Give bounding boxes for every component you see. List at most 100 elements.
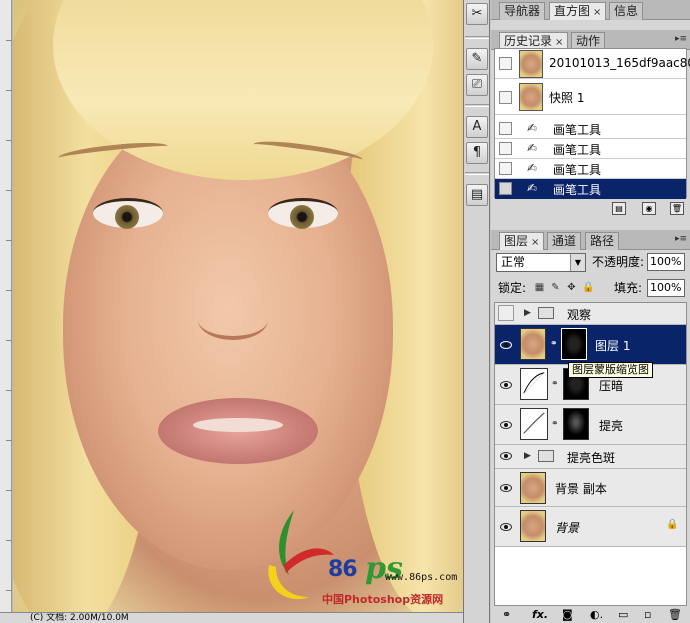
panel-menu-icon[interactable]: ▸≡ [675, 234, 687, 244]
layer-comps-icon[interactable]: ▤ [466, 184, 488, 206]
opacity-label: 不透明度: [592, 255, 645, 269]
blend-row: 正常 ▼ 不透明度: 100% [494, 252, 687, 274]
new-group-icon[interactable]: ▭ [618, 608, 628, 621]
snapshot-1-label: 快照 1 [549, 91, 585, 105]
watermark-logo: 86 ps www.86ps.com 中国Photoshop资源网 [262, 505, 462, 610]
new-snapshot-icon[interactable]: ◉ [642, 202, 656, 215]
layers-list: ▶ 观察 ⚭ 图层 1 ⚭ 压暗 ⚭ 提亮 ▶ 提亮色斑 背景 副本 背景 🔒 [494, 302, 687, 606]
layer-thumbnail [520, 328, 546, 360]
history-step[interactable]: ✍ 画笔工具 [495, 139, 686, 159]
clone-source-icon[interactable]: ⎚ [466, 74, 488, 96]
document-canvas[interactable]: 86 ps www.86ps.com 中国Photoshop资源网 (C) 文档… [0, 0, 463, 623]
layer-row-group[interactable]: ▶ 提亮色斑 [495, 445, 686, 469]
layers-footer: ⚭ fx. ◙ ◐. ▭ ▫ 🗑 [494, 607, 687, 623]
eye-icon[interactable] [500, 523, 512, 531]
history-list: 20101013_165df9aac807... 快照 1 ✍ 画笔工具 ✍ 画… [494, 48, 690, 199]
layer-mask-thumbnail[interactable] [561, 328, 587, 360]
lock-image-icon[interactable]: ✎ [550, 282, 561, 294]
close-icon[interactable]: × [555, 37, 563, 48]
history-snapshot[interactable]: 20101013_165df9aac807... [495, 49, 690, 79]
folder-icon [538, 307, 554, 319]
tab-histogram[interactable]: 直方图 × [549, 2, 607, 20]
history-snapshot-1[interactable]: 快照 1 [495, 79, 686, 115]
watermark-url: www.86ps.com [385, 572, 458, 583]
trash-icon[interactable]: 🗑 [670, 202, 684, 215]
layer-row-selected[interactable]: ⚭ 图层 1 [495, 325, 686, 365]
expand-triangle-icon[interactable]: ▶ [524, 451, 531, 461]
history-step[interactable]: ✍ 画笔工具 [495, 159, 686, 179]
tab-paths[interactable]: 路径 [585, 232, 620, 250]
eye-icon[interactable] [500, 484, 512, 492]
expand-triangle-icon[interactable]: ▶ [524, 308, 531, 318]
layers-tab-row: 图层 × 通道 路径 ▸≡ [491, 230, 690, 250]
character-icon[interactable]: A [466, 116, 488, 138]
link-layers-icon[interactable]: ⚭ [502, 608, 511, 621]
tab-channels[interactable]: 通道 [547, 232, 582, 250]
new-document-from-state-icon[interactable]: ▤ [612, 202, 626, 215]
chain-link-icon[interactable]: ⚭ [550, 339, 558, 349]
snapshot-label: 20101013_165df9aac807... [549, 56, 690, 70]
fx-icon[interactable]: fx. [532, 608, 548, 621]
opacity-input[interactable]: 100% [647, 253, 685, 271]
layer-mask-thumbnail[interactable] [563, 408, 589, 440]
fill-label: 填充: [614, 281, 643, 295]
history-step-current[interactable]: ✍ 画笔工具 [495, 179, 686, 199]
vertical-ruler[interactable] [0, 0, 12, 623]
snapshot-thumbnail [519, 50, 543, 78]
blend-mode-select[interactable]: 正常 ▼ [496, 253, 586, 272]
chain-link-icon[interactable]: ⚭ [551, 379, 559, 389]
tab-info[interactable]: 信息 [609, 2, 644, 20]
status-bar: (C) 文档: 2.00M/10.0M [0, 612, 463, 623]
brush-icon: ✍ [527, 141, 538, 155]
paragraph-icon[interactable]: ¶ [466, 142, 488, 164]
history-checkbox[interactable] [499, 57, 512, 70]
watermark-86: 86 [328, 557, 358, 582]
brush-icon: ✍ [527, 161, 538, 175]
adjustment-layer-icon[interactable]: ◐. [590, 608, 603, 621]
curves-adjustment-icon [520, 368, 548, 400]
watermark-site: 中国Photoshop资源网 [322, 593, 444, 606]
layer-row-group[interactable]: ▶ 观察 [495, 303, 686, 325]
layer-row-curves[interactable]: ⚭ 提亮 [495, 405, 686, 445]
trash-icon[interactable]: 🗑 [668, 608, 682, 621]
history-footer: ▤ ◉ 🗑 [494, 200, 687, 218]
chevron-down-icon[interactable]: ▼ [570, 254, 585, 271]
brush-icon: ✍ [527, 121, 538, 135]
layer-thumbnail [520, 510, 546, 542]
panel-menu-icon[interactable]: ▸≡ [675, 34, 687, 44]
eye-icon[interactable] [500, 341, 512, 349]
close-icon[interactable]: × [531, 237, 539, 248]
lock-icon: 🔒 [666, 519, 679, 530]
history-checkbox[interactable] [499, 91, 512, 104]
tab-layers[interactable]: 图层 × [499, 232, 545, 250]
lock-row: 锁定: ▦ ✎ ✥ 🔒 填充: 100% [494, 278, 687, 300]
eye-icon[interactable] [500, 421, 512, 429]
tool-presets-icon[interactable]: ✂ [466, 3, 488, 25]
curves-adjustment-icon [520, 408, 548, 440]
chain-link-icon[interactable]: ⚭ [551, 419, 559, 429]
visibility-toggle[interactable] [498, 305, 514, 321]
close-icon[interactable]: × [593, 7, 601, 18]
eye-icon[interactable] [500, 452, 512, 460]
layer-row-background[interactable]: 背景 🔒 [495, 507, 686, 547]
snapshot-thumbnail [519, 83, 543, 111]
brushes-icon[interactable]: ✎ [466, 48, 488, 70]
tab-navigator[interactable]: 导航器 [499, 2, 546, 20]
layer-row[interactable]: 背景 副本 [495, 469, 686, 507]
history-step[interactable]: ✍ 画笔工具 [495, 119, 686, 139]
add-mask-icon[interactable]: ◙ [562, 608, 573, 621]
photoshop-window: 86 ps www.86ps.com 中国Photoshop资源网 (C) 文档… [0, 0, 690, 623]
history-tab-row: 历史记录 × 动作 ▸≡ [491, 30, 690, 50]
status-text: (C) 文档: 2.00M/10.0M [30, 613, 129, 623]
right-eye [268, 198, 338, 229]
layer-thumbnail [520, 472, 546, 504]
new-layer-icon[interactable]: ▫ [644, 608, 651, 621]
brush-icon: ✍ [527, 181, 538, 195]
folder-icon [538, 450, 554, 462]
lock-label: 锁定: [498, 281, 527, 295]
fill-input[interactable]: 100% [647, 279, 685, 297]
lock-position-icon[interactable]: ✥ [566, 282, 577, 294]
lock-all-icon[interactable]: 🔒 [582, 282, 594, 294]
eye-icon[interactable] [500, 381, 512, 389]
lock-transparent-icon[interactable]: ▦ [534, 282, 545, 294]
